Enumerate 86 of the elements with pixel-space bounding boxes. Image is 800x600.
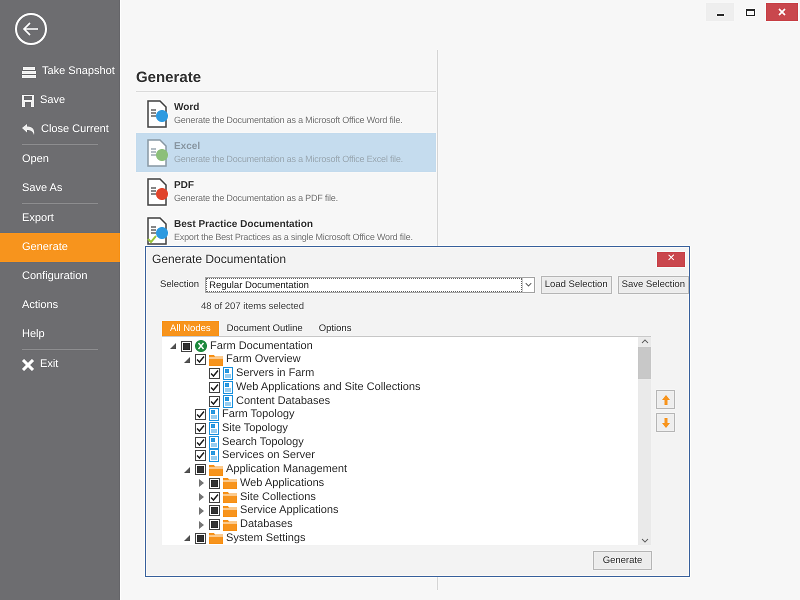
page-icon [209, 436, 219, 449]
tree-item-label[interactable]: Servers in Farm [236, 368, 314, 380]
sidebar-item[interactable]: Configuration [0, 262, 120, 291]
sidebar-item[interactable]: Help [0, 320, 120, 349]
page-icon [223, 367, 233, 380]
close-icon [778, 8, 786, 16]
tree-item-label[interactable]: Search Topology [222, 436, 304, 448]
expanded-arrow-icon[interactable] [184, 466, 190, 473]
tree-item-label[interactable]: Application Management [226, 464, 348, 476]
collapsed-arrow-icon[interactable] [198, 479, 204, 488]
folder-icon [209, 464, 223, 476]
folder-icon [223, 491, 237, 504]
close-icon [22, 358, 34, 370]
tree-item-label[interactable]: Services on Server [222, 450, 315, 462]
sidebar-item[interactable]: Save As [0, 174, 120, 203]
expanded-arrow-icon[interactable] [184, 535, 190, 542]
tree-item-label[interactable]: Web Applications [240, 478, 324, 489]
spreadsheet-document-icon [146, 138, 170, 166]
expanded-arrow-icon[interactable] [170, 343, 176, 350]
sidebar-item[interactable]: Actions [0, 291, 120, 320]
save-icon [22, 94, 34, 106]
expanded-arrow-icon[interactable] [184, 356, 190, 363]
page-icon [209, 422, 219, 436]
selection-button[interactable]: Save Selection [618, 276, 689, 294]
tree-checkbox[interactable] [195, 423, 206, 434]
folder-icon [223, 477, 237, 490]
undo-icon [22, 124, 35, 135]
generate-option[interactable]: PDF Generate the Documentation as a PDF file. [136, 172, 436, 211]
back-button[interactable] [15, 13, 47, 45]
selection-button[interactable]: Load Selection [540, 276, 612, 294]
pdf-document-icon [146, 178, 170, 206]
section-heading: Generate [136, 68, 436, 92]
sidebar-item[interactable]: Save [0, 86, 120, 115]
dialog-title: Generate Documentation [152, 251, 286, 268]
collapsed-arrow-icon[interactable] [198, 506, 204, 515]
back-arrow-icon [23, 22, 39, 36]
tree-checkbox[interactable] [209, 368, 220, 380]
selection-dropdown[interactable]: Regular Documentation [205, 277, 535, 293]
tree-item-label[interactable]: Web Applications and Site Collections [236, 382, 420, 393]
tree-item-label[interactable]: Farm Overview [226, 354, 301, 366]
close-button[interactable] [766, 3, 798, 21]
collapsed-arrow-icon[interactable] [198, 493, 204, 502]
spreadsheet-icon [195, 340, 207, 352]
sidebar-item[interactable]: Open [0, 145, 120, 174]
close-button[interactable]: ✕ [657, 252, 685, 266]
tree-item-label[interactable]: Site Topology [222, 423, 288, 434]
tree-checkbox[interactable] [209, 492, 220, 503]
selection-count: 48 of 207 items selected [201, 300, 305, 314]
minimize-button[interactable] [706, 3, 734, 21]
sidebar-item[interactable]: Close Current [0, 115, 120, 144]
generate-option[interactable]: Word Generate the Documentation as a Microsoft Office Word file. [136, 94, 436, 133]
tree-checkbox[interactable] [195, 450, 206, 462]
page-icon [223, 380, 233, 394]
tree-item-label[interactable]: Site Collections [240, 492, 316, 503]
chevron-down-icon [522, 278, 534, 292]
page-icon [223, 394, 233, 408]
tree-checkbox[interactable] [209, 382, 220, 393]
scrollbar-thumb[interactable] [638, 347, 651, 380]
tree-checkbox[interactable] [209, 396, 220, 407]
tree-item-label[interactable]: Service Applications [240, 505, 338, 516]
sidebar-item[interactable]: Export [0, 204, 120, 233]
sidebar-item[interactable]: Take Snapshot [0, 57, 120, 86]
tab[interactable]: Options [310, 321, 360, 336]
arrow-up-icon [662, 394, 670, 405]
tree-item-label[interactable]: Content Databases [236, 396, 330, 407]
scrollbar[interactable] [638, 337, 651, 546]
word-document-icon [146, 100, 170, 128]
folder-icon [209, 354, 223, 366]
tab[interactable]: Document Outline [218, 321, 311, 336]
folder-icon [223, 518, 237, 531]
selection-label: Selection [160, 278, 200, 292]
tree-checkbox[interactable] [195, 354, 206, 366]
folder-icon [223, 504, 237, 517]
tree-item-label[interactable]: System Settings [226, 532, 306, 544]
sidebar-item[interactable]: Exit [0, 350, 120, 379]
stack-icon [22, 66, 36, 78]
tree-item-label[interactable]: Databases [240, 519, 293, 530]
generate-button[interactable]: Generate [593, 551, 652, 570]
tree-checkbox[interactable] [195, 409, 206, 420]
page-icon [209, 449, 219, 462]
tree-item-label[interactable]: Farm Topology [222, 409, 295, 420]
page-icon [209, 408, 219, 422]
tree-checkbox[interactable] [195, 436, 206, 448]
tree-item-label[interactable]: Farm Documentation [210, 340, 313, 352]
collapsed-arrow-icon[interactable] [198, 520, 204, 529]
arrow-down-icon [662, 418, 670, 428]
